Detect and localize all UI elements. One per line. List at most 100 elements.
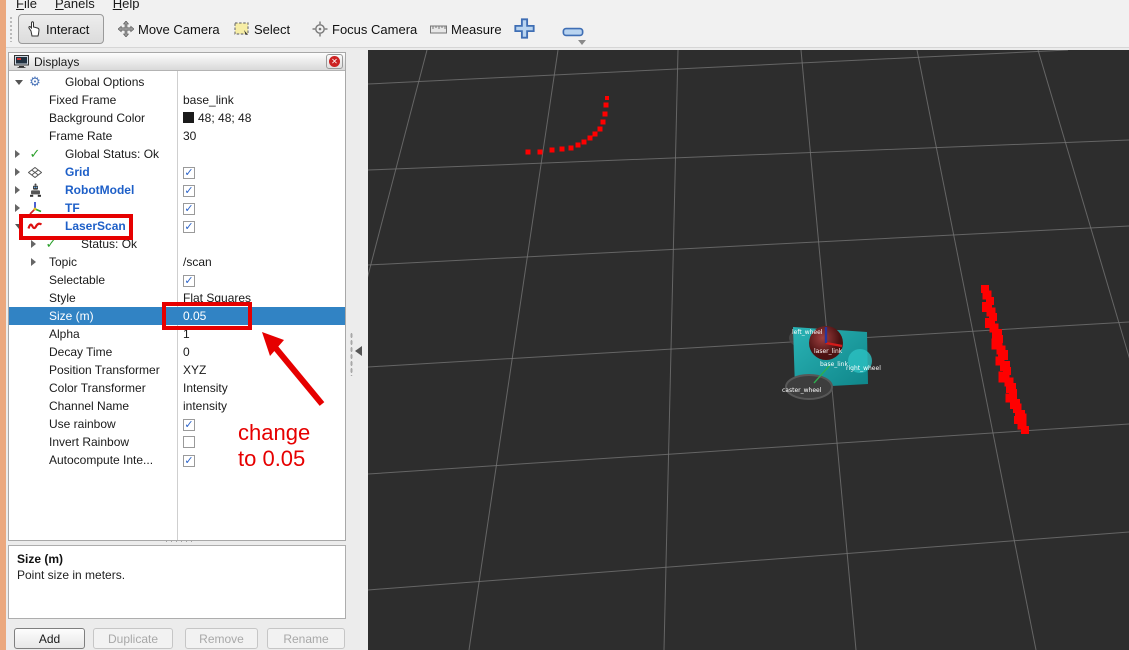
- property-label: Global Status: Ok: [65, 147, 160, 161]
- property-value[interactable]: 0.05: [183, 307, 206, 325]
- checkbox[interactable]: ✓: [183, 221, 195, 233]
- display-row-grid[interactable]: Grid ✓: [9, 163, 345, 181]
- display-row-global-status-ok[interactable]: ✓ Global Status: Ok: [9, 145, 345, 163]
- collapse-panel-arrow-icon[interactable]: [355, 346, 362, 356]
- display-row-size-m[interactable]: Size (m) 0.05: [9, 307, 345, 325]
- display-row-topic[interactable]: Topic/scan: [9, 253, 345, 271]
- menu-panels[interactable]: Panels: [55, 0, 95, 10]
- expand-collapsed-arrow-icon[interactable]: [15, 150, 20, 158]
- display-row-autocompute-inte[interactable]: Autocompute Inte... ✓: [9, 451, 345, 469]
- measure-tool-label: Measure: [451, 21, 502, 37]
- checkbox[interactable]: [183, 436, 195, 448]
- close-panel-button[interactable]: ✕: [326, 54, 343, 69]
- display-row-alpha[interactable]: Alpha 1: [9, 325, 345, 343]
- focus-camera-tool-button[interactable]: Focus Camera: [304, 14, 425, 44]
- property-value[interactable]: Intensity: [183, 379, 228, 397]
- selection-box-icon: [234, 22, 249, 35]
- display-row-laserscan[interactable]: LaserScan ✓: [9, 217, 345, 235]
- property-value[interactable]: /scan: [183, 253, 212, 271]
- checkbox[interactable]: ✓: [183, 419, 195, 431]
- checkbox[interactable]: ✓: [183, 185, 195, 197]
- help-splitter-handle[interactable]: ······: [150, 536, 210, 546]
- display-row-robotmodel[interactable]: RobotModel ✓: [9, 181, 345, 199]
- expand-collapsed-arrow-icon[interactable]: [31, 240, 36, 248]
- menu-help[interactable]: Help: [113, 0, 140, 10]
- display-row-color-transformer[interactable]: Color Transformer Intensity: [9, 379, 345, 397]
- property-label: Status: Ok: [81, 237, 138, 251]
- focus-camera-tool-label: Focus Camera: [332, 21, 418, 37]
- display-row-invert-rainbow[interactable]: Invert Rainbow: [9, 433, 345, 451]
- display-row-global-options[interactable]: ⚙ Global Options: [9, 73, 345, 91]
- measure-tool-button[interactable]: Measure: [422, 14, 510, 44]
- display-row-decay-time[interactable]: Decay Time 0: [9, 343, 345, 361]
- display-row-fixed-frame[interactable]: Fixed Frame base_link: [9, 91, 345, 109]
- displays-panel: Displays ✕ ⚙ Global Options Fixed Frame bas…: [8, 52, 346, 541]
- property-value[interactable]: 30: [183, 127, 196, 145]
- select-tool-button[interactable]: Select: [226, 14, 298, 44]
- property-value[interactable]: Flat Squares: [183, 289, 251, 307]
- display-row-position-transformer[interactable]: Position Transformer XYZ: [9, 361, 345, 379]
- property-value[interactable]: 1: [183, 325, 190, 343]
- expand-collapsed-arrow-icon[interactable]: [15, 186, 20, 194]
- robot-icon: [29, 183, 41, 197]
- displays-panel-title: Displays: [34, 54, 80, 69]
- window-edge-strip: [0, 0, 6, 650]
- add-button[interactable]: Add: [14, 628, 85, 649]
- property-label: Alpha: [49, 327, 80, 341]
- property-help-box: Size (m) Point size in meters.: [8, 545, 346, 619]
- expand-expanded-arrow-icon[interactable]: [15, 224, 23, 229]
- toolbar-drag-handle[interactable]: [9, 16, 14, 42]
- display-row-use-rainbow[interactable]: Use rainbow ✓: [9, 415, 345, 433]
- property-label: Style: [49, 291, 76, 305]
- toolbar: Interact Move Camera Select Focus Camera…: [0, 10, 1129, 48]
- property-label: Topic: [49, 255, 78, 269]
- display-row-channel-name[interactable]: Channel Name intensity: [9, 397, 345, 415]
- property-value[interactable]: base_link: [183, 91, 234, 109]
- property-value[interactable]: XYZ: [183, 361, 206, 379]
- checkbox[interactable]: ✓: [183, 203, 195, 215]
- display-row-tf[interactable]: TF ✓: [9, 199, 345, 217]
- display-row-status-ok[interactable]: ✓ Status: Ok: [9, 235, 345, 253]
- move-camera-tool-button[interactable]: Move Camera: [110, 14, 228, 44]
- menu-file[interactable]: File: [16, 0, 37, 10]
- displays-panel-header[interactable]: Displays ✕: [9, 53, 345, 71]
- duplicate-button: Duplicate: [93, 628, 173, 649]
- zoom-in-button[interactable]: [514, 18, 535, 44]
- checkbox[interactable]: ✓: [183, 167, 195, 179]
- gear-icon: ⚙: [29, 74, 41, 89]
- expand-collapsed-arrow-icon[interactable]: [15, 168, 20, 176]
- expand-expanded-arrow-icon[interactable]: [15, 80, 23, 85]
- minus-icon: [562, 27, 584, 37]
- toolbar-overflow-caret[interactable]: [578, 40, 586, 45]
- color-property-value[interactable]: 48; 48; 48: [183, 109, 251, 127]
- svg-text:right_wheel: right_wheel: [846, 365, 881, 372]
- color-swatch: [183, 112, 194, 123]
- panel-viewport-splitter[interactable]: [346, 48, 368, 650]
- expand-collapsed-arrow-icon[interactable]: [31, 258, 36, 266]
- checkbox[interactable]: ✓: [183, 455, 195, 467]
- property-value[interactable]: 0: [183, 343, 190, 361]
- checkbox[interactable]: ✓: [183, 275, 195, 287]
- 3d-viewport[interactable]: left_wheel laser_link base_linkright_wheel…: [368, 50, 1129, 650]
- hand-pointer-icon: [28, 21, 40, 37]
- property-label: Decay Time: [49, 345, 113, 359]
- property-label: Frame Rate: [49, 129, 113, 143]
- property-label: RobotModel: [65, 183, 135, 197]
- svg-text:base_link: base_link: [820, 361, 848, 368]
- display-row-style[interactable]: Style Flat Squares: [9, 289, 345, 307]
- display-row-background-color[interactable]: Background Color 48; 48; 48: [9, 109, 345, 127]
- focus-crosshair-icon: [312, 21, 328, 37]
- interact-tool-button[interactable]: Interact: [18, 14, 104, 44]
- displays-panel-icon: [14, 55, 29, 68]
- property-label: Use rainbow: [49, 417, 116, 431]
- tf-axes-icon: [29, 202, 42, 215]
- status-ok-icon: ✓: [29, 146, 41, 161]
- display-row-selectable[interactable]: Selectable ✓: [9, 271, 345, 289]
- property-label: Size (m): [49, 309, 94, 323]
- property-label: Position Transformer: [49, 363, 160, 377]
- display-row-frame-rate[interactable]: Frame Rate 30: [9, 127, 345, 145]
- property-value[interactable]: intensity: [183, 397, 227, 415]
- expand-collapsed-arrow-icon[interactable]: [15, 204, 20, 212]
- property-label: Color Transformer: [49, 381, 146, 395]
- rename-button: Rename: [267, 628, 345, 649]
